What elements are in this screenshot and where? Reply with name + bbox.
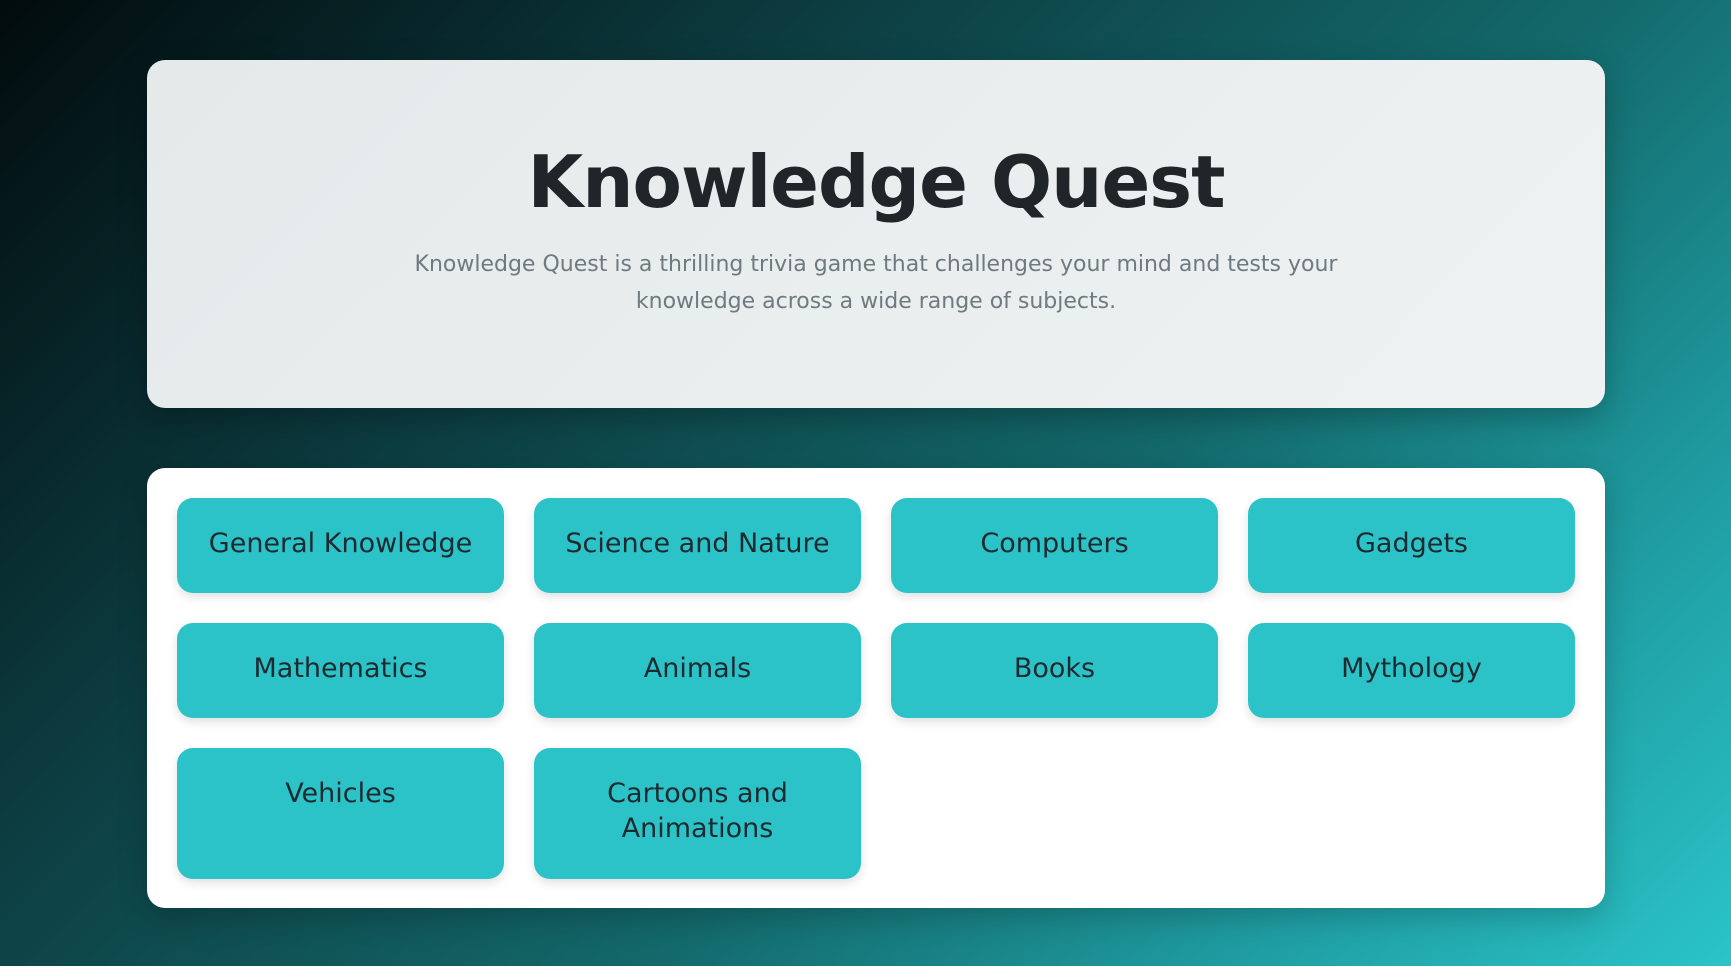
- category-button-gadgets[interactable]: Gadgets: [1248, 498, 1575, 593]
- page-description: Knowledge Quest is a thrilling trivia ga…: [414, 252, 1338, 314]
- category-button-mathematics[interactable]: Mathematics: [177, 623, 504, 718]
- category-label: Mathematics: [253, 653, 428, 684]
- category-label: Animals: [643, 653, 752, 684]
- category-button-vehicles[interactable]: Vehicles: [177, 748, 504, 879]
- category-button-general-knowledge[interactable]: General Knowledge: [177, 498, 504, 593]
- category-label: Books: [1013, 653, 1096, 684]
- category-label: Science and Nature: [565, 528, 830, 559]
- category-label: Gadgets: [1354, 528, 1468, 559]
- category-grid: General Knowledge Science and Nature Com…: [177, 498, 1575, 879]
- category-label: Cartoons and Animations: [607, 778, 788, 844]
- category-label: Mythology: [1341, 653, 1482, 684]
- category-button-computers[interactable]: Computers: [891, 498, 1218, 593]
- category-label: General Knowledge: [208, 528, 473, 559]
- category-button-animals[interactable]: Animals: [534, 623, 861, 718]
- category-button-science-and-nature[interactable]: Science and Nature: [534, 498, 861, 593]
- hero-card: Knowledge Quest Knowledge Quest is a thr…: [147, 60, 1605, 408]
- page-title: Knowledge Quest: [527, 140, 1225, 224]
- category-button-books[interactable]: Books: [891, 623, 1218, 718]
- category-label: Vehicles: [285, 778, 396, 809]
- category-panel: General Knowledge Science and Nature Com…: [147, 468, 1605, 908]
- category-button-cartoons-and-animations[interactable]: Cartoons and Animations: [534, 748, 861, 879]
- category-button-mythology[interactable]: Mythology: [1248, 623, 1575, 718]
- category-label: Computers: [980, 528, 1129, 559]
